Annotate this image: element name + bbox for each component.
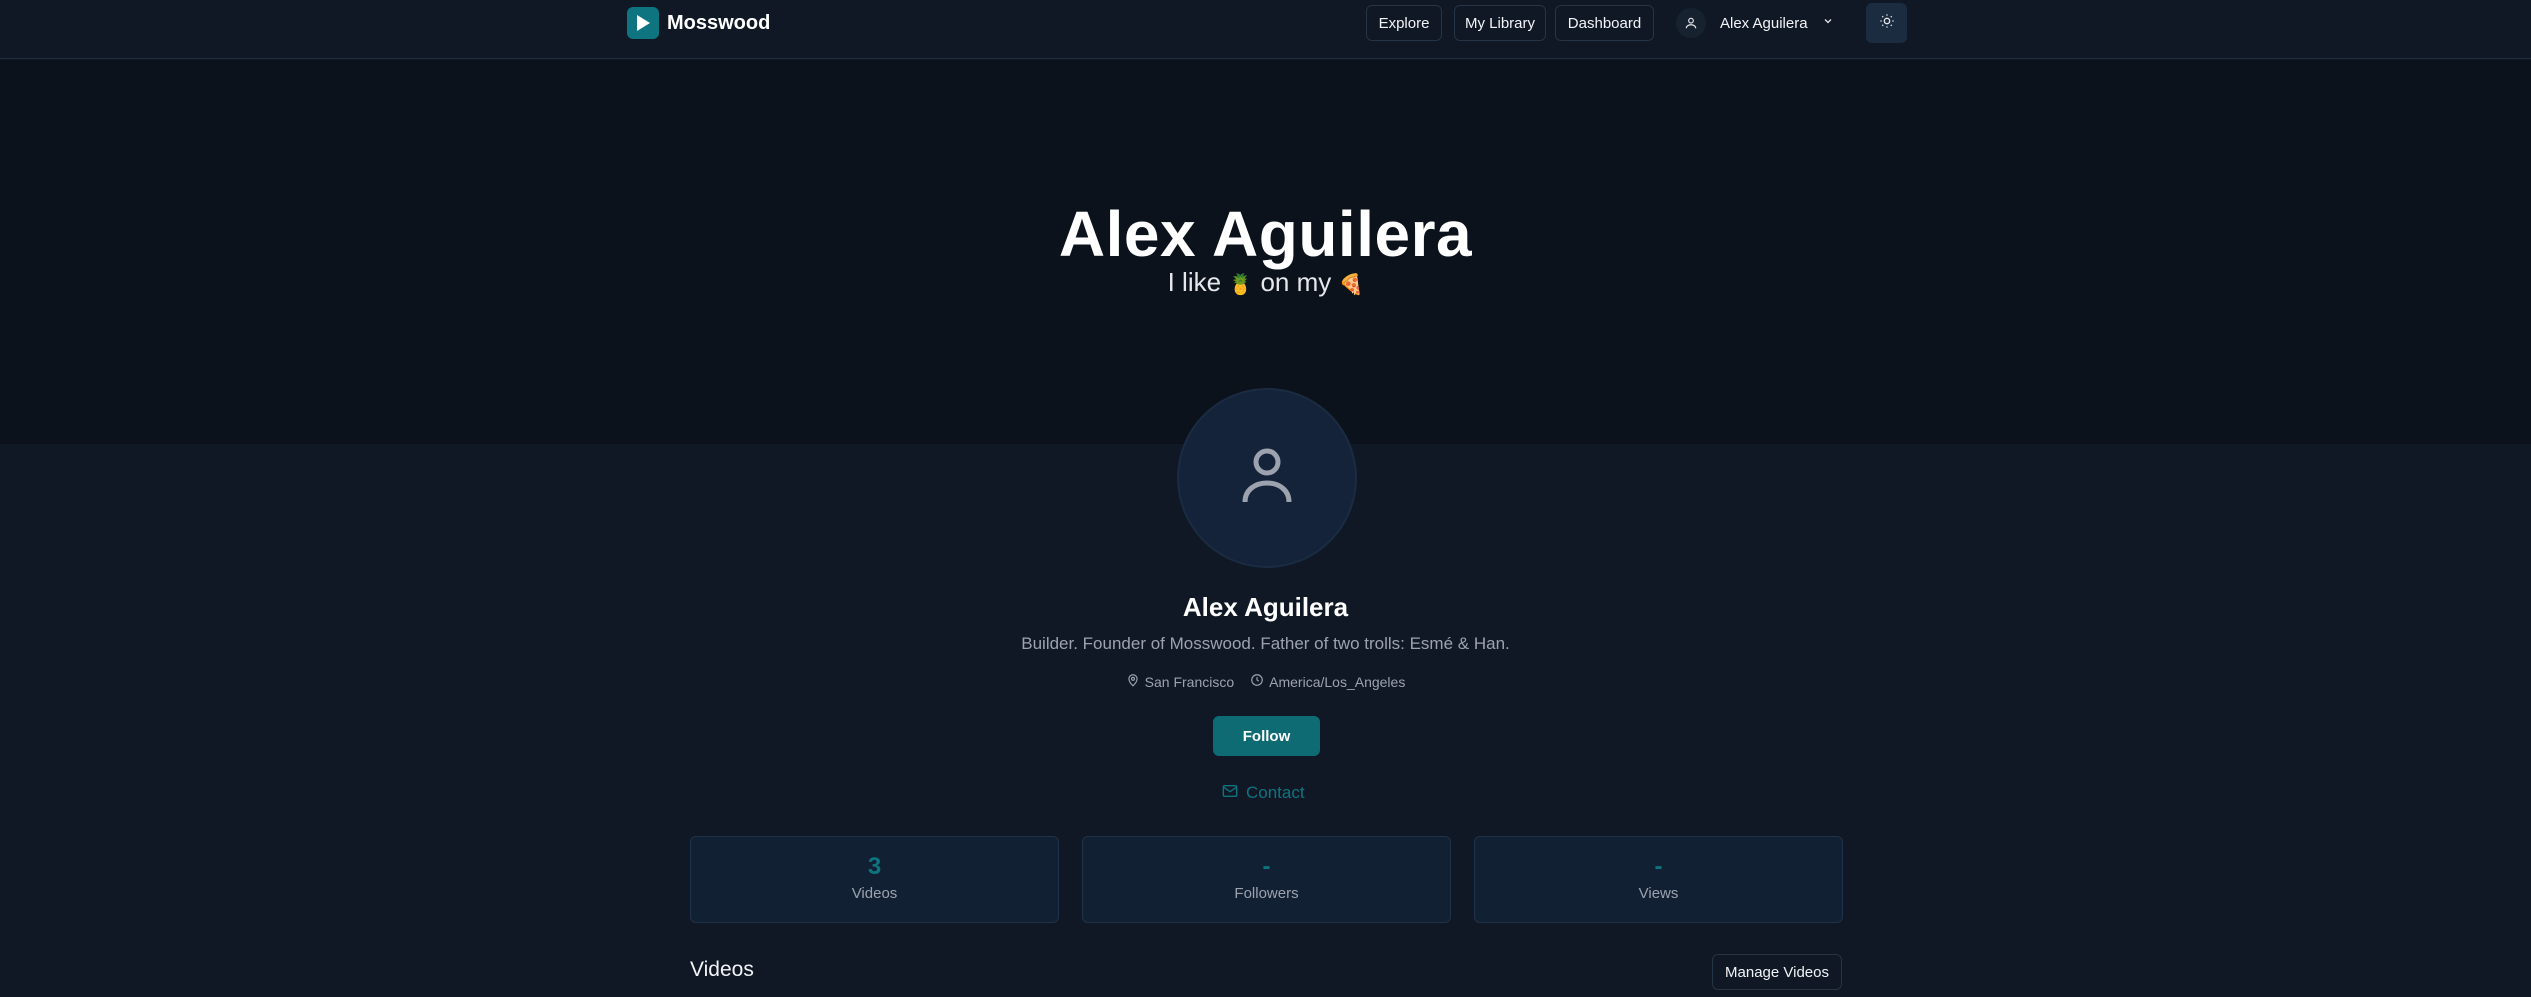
stat-card-videos: 3 Videos	[690, 836, 1059, 923]
stat-value: -	[1654, 853, 1663, 880]
top-navigation-bar: Mosswood Explore My Library Dashboard Al…	[0, 0, 2531, 59]
contact-label: Contact	[1246, 783, 1305, 802]
hero-subtitle-prefix: I like	[1167, 267, 1222, 297]
user-icon	[1240, 447, 1294, 510]
brand-link[interactable]: Mosswood	[627, 7, 770, 39]
chevron-down-icon	[1822, 14, 1834, 32]
pizza-emoji: 🍕	[1338, 274, 1364, 296]
nav-dashboard-button[interactable]: Dashboard	[1555, 5, 1654, 41]
clock-icon	[1250, 673, 1264, 690]
profile-meta: San Francisco America/Los_Angeles	[0, 673, 2531, 690]
profile-hero-banner: Alex Aguilera I like 🍍 on my 🍕	[0, 60, 2531, 444]
stat-label: Views	[1638, 885, 1679, 902]
hero-subtitle: I like 🍍 on my 🍕	[0, 267, 2531, 298]
contact-link[interactable]: Contact	[1222, 781, 1305, 805]
videos-section-title: Videos	[690, 958, 754, 981]
nav-my-library-button[interactable]: My Library	[1454, 5, 1546, 41]
stat-value: -	[1262, 853, 1271, 880]
user-icon	[1676, 8, 1706, 38]
mail-icon	[1222, 783, 1238, 803]
user-name: Alex Aguilera	[1720, 14, 1808, 32]
sun-icon	[1879, 13, 1895, 34]
profile-bio: Builder. Founder of Mosswood. Father of …	[1021, 634, 1510, 653]
stat-card-views: - Views	[1474, 836, 1843, 923]
profile-avatar	[1177, 388, 1357, 568]
stat-label: Videos	[851, 885, 898, 902]
hero-title: Alex Aguilera	[1058, 198, 1473, 270]
brand-name: Mosswood	[667, 11, 771, 34]
map-pin-icon	[1126, 673, 1140, 690]
profile-timezone: America/Los_Angeles	[1250, 673, 1405, 690]
timezone-text: America/Los_Angeles	[1269, 673, 1406, 690]
pineapple-emoji: 🍍	[1228, 274, 1254, 296]
play-icon	[627, 7, 659, 39]
manage-videos-button[interactable]: Manage Videos	[1712, 954, 1842, 990]
location-text: San Francisco	[1144, 673, 1235, 690]
stat-card-followers: - Followers	[1082, 836, 1451, 923]
hero-subtitle-mid: on my	[1260, 267, 1332, 297]
user-menu-button[interactable]: Alex Aguilera	[1676, 5, 1840, 41]
theme-toggle-button[interactable]	[1866, 3, 1907, 43]
profile-location: San Francisco	[1126, 673, 1234, 690]
stat-value: 3	[867, 853, 882, 880]
stat-label: Followers	[1234, 885, 1299, 902]
nav-explore-button[interactable]: Explore	[1366, 5, 1442, 41]
follow-button[interactable]: Follow	[1213, 716, 1320, 756]
profile-name: Alex Aguilera	[1182, 592, 1349, 622]
